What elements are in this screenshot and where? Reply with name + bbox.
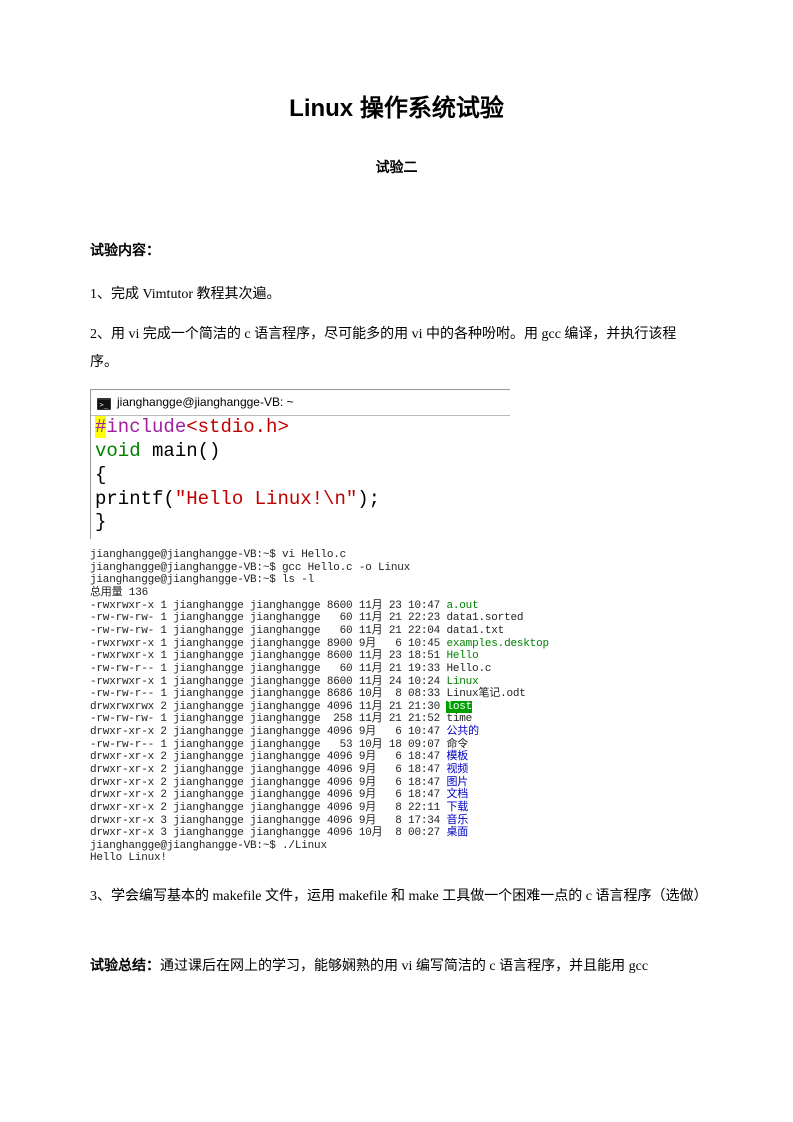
code-body: #include<stdio.h> void main() { printf("… — [91, 416, 510, 539]
window-titlebar: >_ jianghangge@jianghangge-VB: ~ — [91, 390, 510, 416]
summary-label: 试验总结： — [90, 957, 160, 973]
code-line-1: #include<stdio.h> — [95, 416, 506, 440]
section-heading-content: 试验内容： — [90, 239, 703, 261]
summary-text: 通过课后在网上的学习，能够娴熟的用 vi 编写简洁的 c 语言程序，并且能用 g… — [160, 959, 648, 974]
summary-paragraph: 试验总结：通过课后在网上的学习，能够娴熟的用 vi 编写简洁的 c 语言程序，并… — [90, 951, 703, 981]
code-line-5: } — [95, 511, 506, 535]
code-line-2: void main() — [95, 440, 506, 464]
code-editor-window: >_ jianghangge@jianghangge-VB: ~ #includ… — [90, 389, 510, 539]
code-line-3: { — [95, 464, 506, 488]
code-line-4: printf("Hello Linux!\n"); — [95, 488, 506, 512]
terminal-output: jianghangge@jianghangge-VB:~$ vi Hello.c… — [90, 549, 703, 865]
paragraph-3: 3、学会编写基本的 makefile 文件，运用 makefile 和 make… — [90, 883, 703, 911]
svg-text:>_: >_ — [100, 401, 109, 409]
window-title-text: jianghangge@jianghangge-VB: ~ — [117, 393, 294, 412]
paragraph-1: 1、完成 Vimtutor 教程其次遍。 — [90, 281, 703, 309]
terminal-icon: >_ — [97, 397, 111, 409]
page-title: Linux 操作系统试验 — [90, 90, 703, 128]
page-subtitle: 试验二 — [90, 156, 703, 178]
paragraph-2: 2、用 vi 完成一个简洁的 c 语言程序，尽可能多的用 vi 中的各种吩咐。用… — [90, 321, 703, 377]
